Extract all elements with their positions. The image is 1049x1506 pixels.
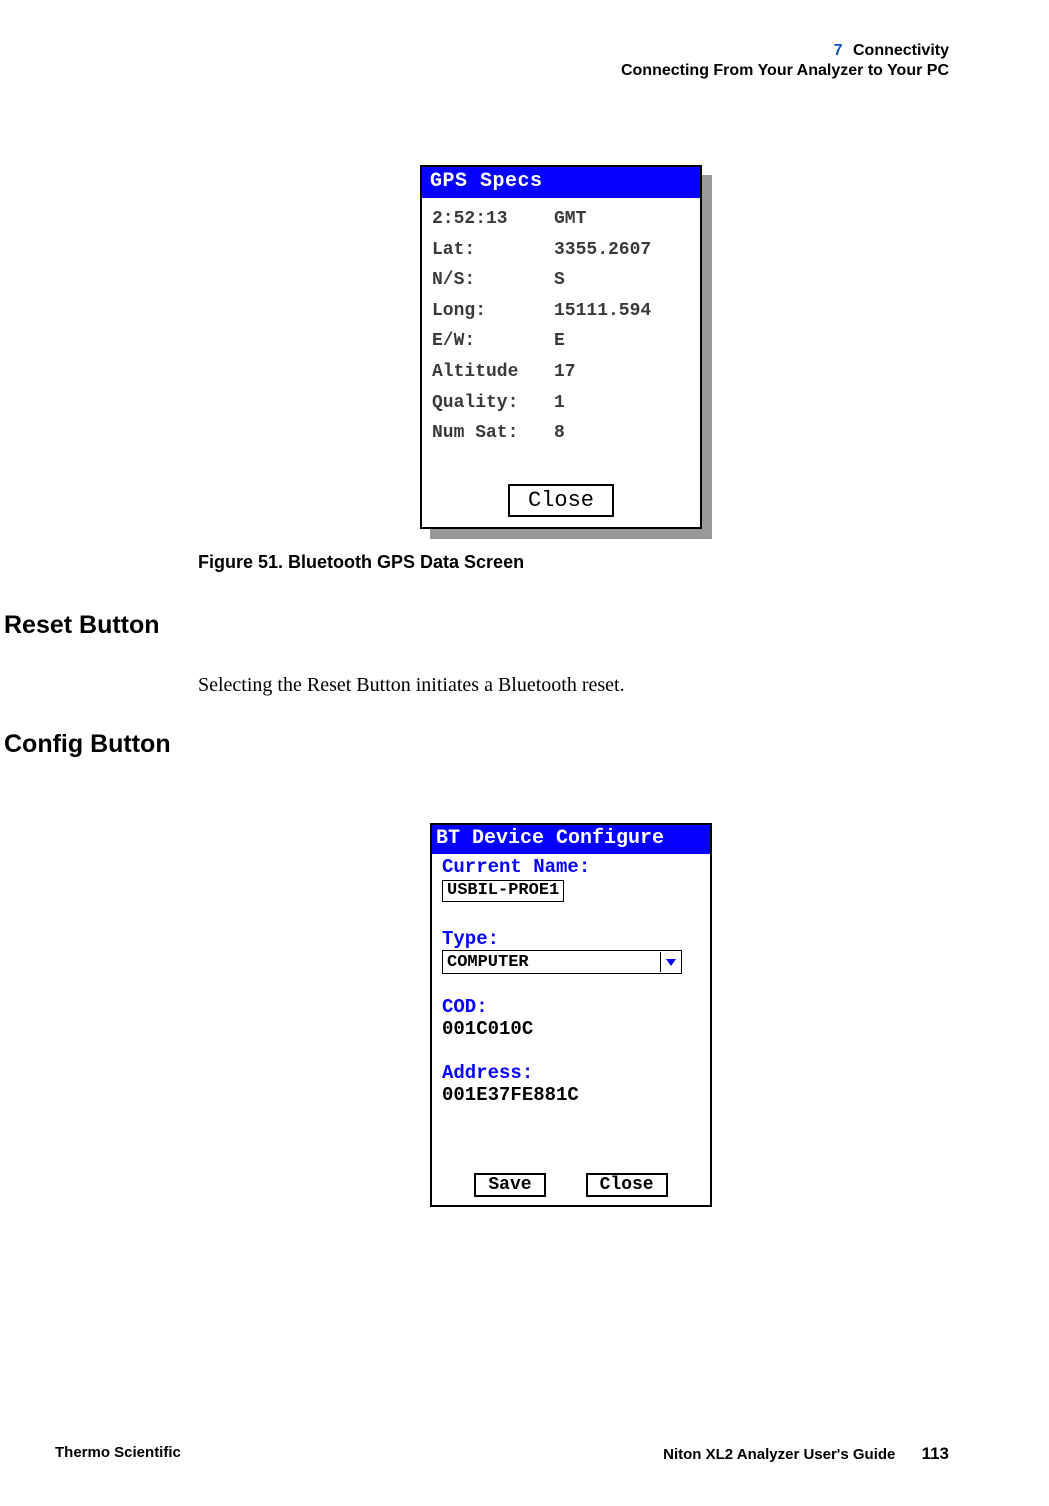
gps-row: N/S:S [432,265,690,296]
bt-address-value: 001E37FE881C [442,1084,700,1106]
gps-label: E/W: [432,326,554,357]
gps-specs-window: GPS Specs 2:52:13GMT Lat:3355.2607 N/S:S… [420,165,702,529]
bt-configure-window: BT Device Configure Current Name: USBIL-… [430,823,712,1207]
dropdown-arrow-icon [660,952,681,972]
gps-title-bar: GPS Specs [422,167,700,198]
gps-label: N/S: [432,265,554,296]
gps-row: 2:52:13GMT [432,204,690,235]
gps-label: Altitude [432,357,554,388]
gps-body: 2:52:13GMT Lat:3355.2607 N/S:S Long:1511… [422,198,700,455]
footer-guide: Niton XL2 Analyzer User's Guide [663,1446,895,1463]
footer-page-number: 113 [922,1444,949,1463]
gps-value: 15111.594 [554,296,651,327]
bt-button-row: Save Close [432,1173,710,1197]
page-header: 7 Connectivity Connecting From Your Anal… [621,42,949,80]
gps-label: Num Sat: [432,418,554,449]
gps-label: Lat: [432,235,554,266]
gps-row: E/W:E [432,326,690,357]
bt-type-value: COMPUTER [443,953,529,972]
heading-reset-button: Reset Button [4,611,160,640]
gps-row: Quality:1 [432,388,690,419]
section-title: Connecting From Your Analyzer to Your PC [621,62,949,80]
bt-type-select[interactable]: COMPUTER [442,950,682,974]
gps-value: 1 [554,388,565,419]
heading-config-button: Config Button [4,730,171,759]
gps-close-button[interactable]: Close [508,484,614,517]
bt-label-cod: COD: [442,996,700,1018]
bt-save-button[interactable]: Save [474,1173,545,1197]
gps-label: Quality: [432,388,554,419]
gps-row: Num Sat:8 [432,418,690,449]
gps-value: GMT [554,204,586,235]
gps-value: 3355.2607 [554,235,651,266]
bt-label-address: Address: [442,1062,700,1084]
chapter-title: Connectivity [853,42,949,59]
gps-row: Lat:3355.2607 [432,235,690,266]
bt-current-name-input[interactable]: USBIL-PROE1 [442,880,564,902]
gps-row: Altitude17 [432,357,690,388]
gps-value: S [554,265,565,296]
bt-label-current-name: Current Name: [442,856,700,878]
gps-row: Long:15111.594 [432,296,690,327]
page-footer: Thermo Scientific Niton XL2 Analyzer Use… [0,1444,1049,1464]
footer-right: Niton XL2 Analyzer User's Guide 113 [663,1444,949,1464]
gps-value: 17 [554,357,576,388]
footer-left: Thermo Scientific [55,1444,181,1464]
paragraph-reset: Selecting the Reset Button initiates a B… [198,674,625,697]
bt-cod-value: 001C010C [442,1018,700,1040]
gps-value: 8 [554,418,565,449]
bt-close-button[interactable]: Close [586,1173,668,1197]
bt-label-type: Type: [442,928,700,950]
bt-title-bar: BT Device Configure [432,825,710,854]
gps-value: E [554,326,565,357]
figure-caption: Figure 51. Bluetooth GPS Data Screen [198,552,524,573]
bt-body: Current Name: USBIL-PROE1 Type: COMPUTER… [432,854,710,1108]
gps-label: 2:52:13 [432,204,554,235]
gps-label: Long: [432,296,554,327]
chapter-number: 7 [834,42,843,59]
